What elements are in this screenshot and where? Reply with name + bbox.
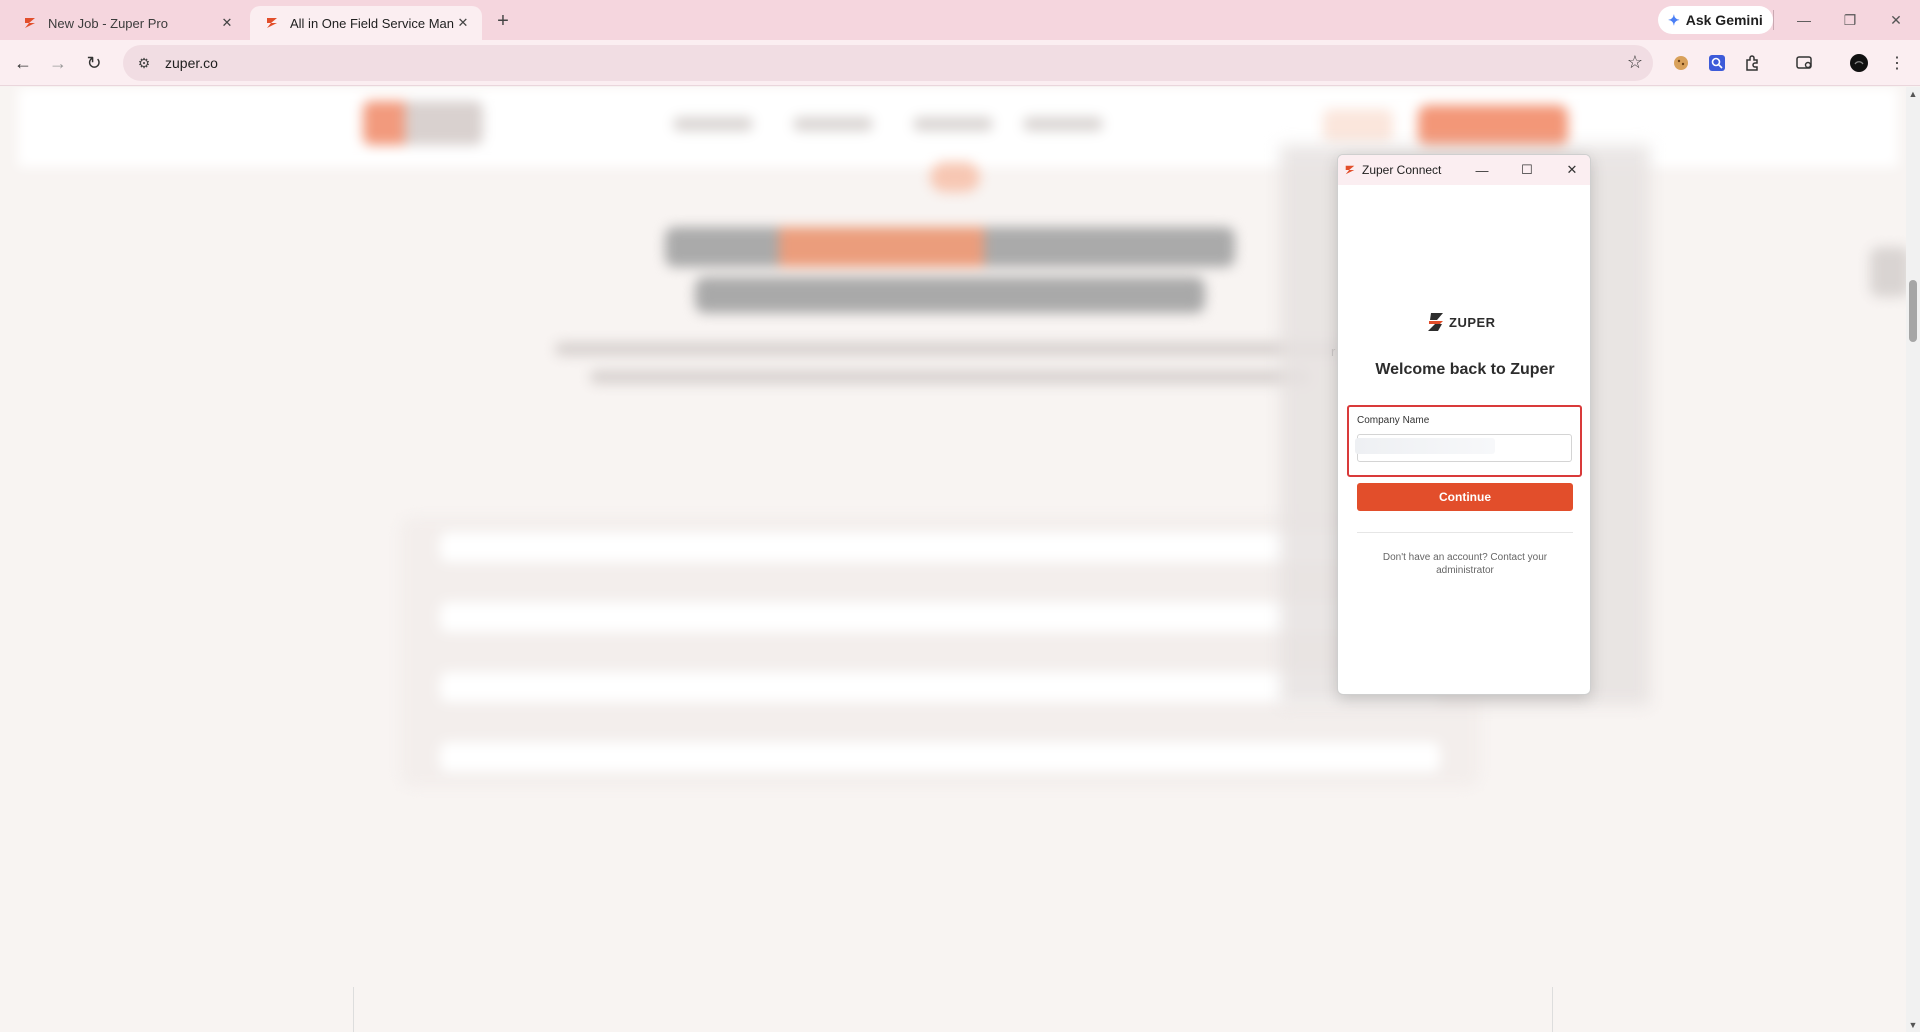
close-icon: ✕ (1566, 162, 1578, 177)
search-extension-icon[interactable] (1704, 50, 1730, 76)
nav-link (793, 117, 873, 131)
site-logo (363, 101, 483, 145)
bookmark-star-icon[interactable]: ☆ (1627, 52, 1643, 73)
close-tab-icon[interactable]: ✕ (454, 14, 472, 32)
zuper-connect-window: Zuper Connect — ☐ ✕ ZUPER Welcome back t… (1337, 154, 1591, 695)
site-settings-icon[interactable]: ⚙ (133, 52, 155, 74)
gemini-sparkle-icon: ✦ (1668, 11, 1680, 28)
reload-icon: ↻ (86, 52, 102, 73)
popup-titlebar: Zuper Connect — ☐ ✕ (1338, 155, 1590, 185)
input-autofill-hint (1355, 438, 1495, 454)
browser-toolbar: ← → ↻ ⚙ zuper.co ☆ ⋮ (0, 40, 1920, 86)
divider (353, 987, 354, 1032)
arrow-right-icon: → (49, 52, 67, 73)
continue-button[interactable]: Continue (1357, 483, 1573, 511)
company-name-label: Company Name (1357, 415, 1430, 426)
tab-strip: New Job - Zuper Pro ✕ All in One Field S… (0, 0, 1920, 40)
contact-admin-text: Don't have an account? Contact your admi… (1382, 552, 1548, 576)
scroll-up-icon[interactable]: ▲ (1908, 89, 1918, 99)
nav-link (913, 117, 993, 131)
zuper-favicon-icon (1344, 164, 1356, 176)
address-bar[interactable]: ⚙ zuper.co ☆ (123, 45, 1653, 81)
form-row (440, 742, 1440, 772)
arrow-left-icon: ← (14, 52, 32, 73)
forward-button[interactable]: → (44, 49, 72, 77)
page-scrollbar[interactable] (1906, 87, 1920, 1032)
welcome-heading: Welcome back to Zuper (1375, 361, 1555, 378)
tab-title: All in One Field Service Manage (290, 15, 454, 31)
url-text: zuper.co (165, 55, 218, 71)
minimize-icon: — (1797, 12, 1811, 28)
hero-title-line (665, 227, 1235, 267)
restore-icon: ❐ (1843, 11, 1857, 28)
divider (1552, 987, 1553, 1032)
plus-icon: + (497, 9, 509, 32)
close-icon: ✕ (1890, 11, 1902, 28)
close-tab-icon[interactable]: ✕ (218, 14, 236, 32)
popup-window-title: Zuper Connect (1362, 163, 1442, 177)
divider (1357, 532, 1573, 533)
zuper-logo-text: ZUPER (1449, 314, 1496, 330)
maximize-icon: ☐ (1521, 162, 1533, 177)
nav-link (1023, 117, 1103, 131)
hero-title-line (695, 277, 1205, 313)
demo-button (1418, 105, 1568, 149)
close-window-button[interactable]: ✕ (1873, 6, 1919, 34)
popup-minimize-button[interactable]: — (1460, 155, 1504, 185)
reload-button[interactable]: ↻ (80, 49, 108, 77)
hero-subtitle-line (590, 370, 1310, 384)
new-tab-button[interactable]: + (490, 8, 516, 34)
side-widget (1870, 247, 1906, 297)
login-link (1323, 109, 1393, 143)
zuper-logo-icon (1428, 313, 1443, 331)
tab-search-icon[interactable] (1792, 50, 1818, 76)
hero-subtitle-line (555, 342, 1345, 356)
popup-maximize-button[interactable]: ☐ (1505, 155, 1549, 185)
extensions-puzzle-icon[interactable] (1740, 50, 1766, 76)
minimize-window-button[interactable]: — (1781, 6, 1827, 34)
zuper-favicon-icon (264, 15, 280, 31)
ask-gemini-button[interactable]: ✦ Ask Gemini (1658, 6, 1773, 34)
back-button[interactable]: ← (9, 49, 37, 77)
minimize-icon: — (1475, 162, 1489, 178)
cookie-extension-icon[interactable] (1668, 50, 1694, 76)
decoration (930, 162, 980, 192)
tab-title: New Job - Zuper Pro (48, 15, 168, 31)
divider (1773, 10, 1774, 30)
tab-new-job[interactable]: New Job - Zuper Pro ✕ (8, 6, 246, 40)
scroll-down-icon[interactable]: ▼ (1908, 1020, 1918, 1030)
restore-window-button[interactable]: ❐ (1827, 6, 1873, 34)
zuper-favicon-icon (22, 15, 38, 31)
popup-close-button[interactable]: ✕ (1550, 155, 1590, 185)
profile-avatar[interactable] (1846, 50, 1872, 76)
ask-gemini-label: Ask Gemini (1685, 12, 1763, 28)
tab-field-service[interactable]: All in One Field Service Manage ✕ (250, 6, 482, 40)
scrollbar-thumb[interactable] (1909, 280, 1917, 342)
zuper-logo: ZUPER (1426, 311, 1496, 333)
nav-link (673, 117, 753, 131)
more-menu-icon[interactable]: ⋮ (1884, 50, 1910, 76)
